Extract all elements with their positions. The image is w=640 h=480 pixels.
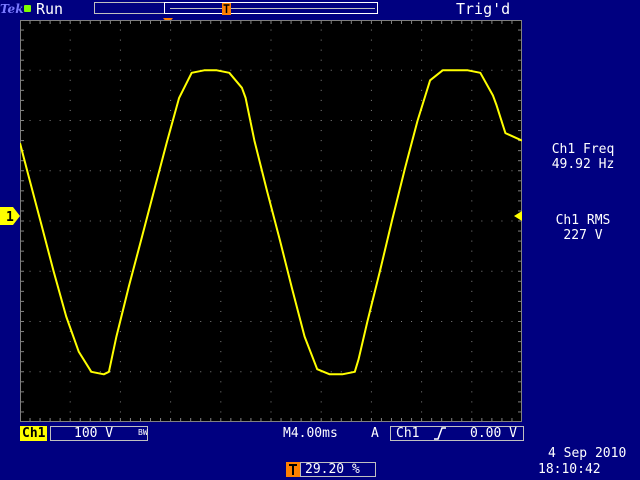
- trigger-level: 0.00 V: [470, 426, 517, 441]
- graticule: [20, 20, 522, 422]
- run-state: Run: [36, 0, 64, 18]
- record-trigger-icon: [222, 3, 231, 15]
- ch1-freq-value: 49.92 Hz: [551, 157, 615, 172]
- acquisition-indicator: [24, 5, 31, 12]
- trigger-type-label: A: [371, 426, 379, 441]
- ch1-freq-label: Ch1 Freq: [551, 142, 615, 157]
- trigger-position-icon: [286, 462, 300, 477]
- ch1-scale: 100 V: [74, 426, 114, 441]
- brand-logo: Tek: [0, 0, 24, 18]
- date-readout: 4 Sep 2010: [548, 446, 627, 461]
- ch1-rms-value: 227 V: [563, 228, 603, 243]
- ch1-rms-label: Ch1 RMS: [555, 213, 611, 228]
- ch1-waveform-trace: [20, 69, 522, 376]
- ch1-ground-marker[interactable]: 1: [0, 207, 20, 225]
- timebase-readout: M4.00ms: [283, 426, 338, 441]
- ch1-tag[interactable]: Ch1: [20, 426, 48, 441]
- ch1-marker-label: 1: [6, 210, 14, 225]
- rising-edge-icon: [434, 427, 446, 440]
- trigger-position-value: 29.20 %: [305, 462, 360, 477]
- trigger-state: Trig'd: [456, 0, 511, 18]
- trigger-level-marker-icon[interactable]: [510, 210, 522, 222]
- record-center-line: [170, 8, 375, 9]
- graticule-grid: [20, 20, 522, 422]
- bandwidth-limit-icon: BW: [138, 428, 148, 437]
- trigger-source: Ch1: [396, 426, 420, 441]
- time-readout: 18:10:42: [538, 462, 601, 477]
